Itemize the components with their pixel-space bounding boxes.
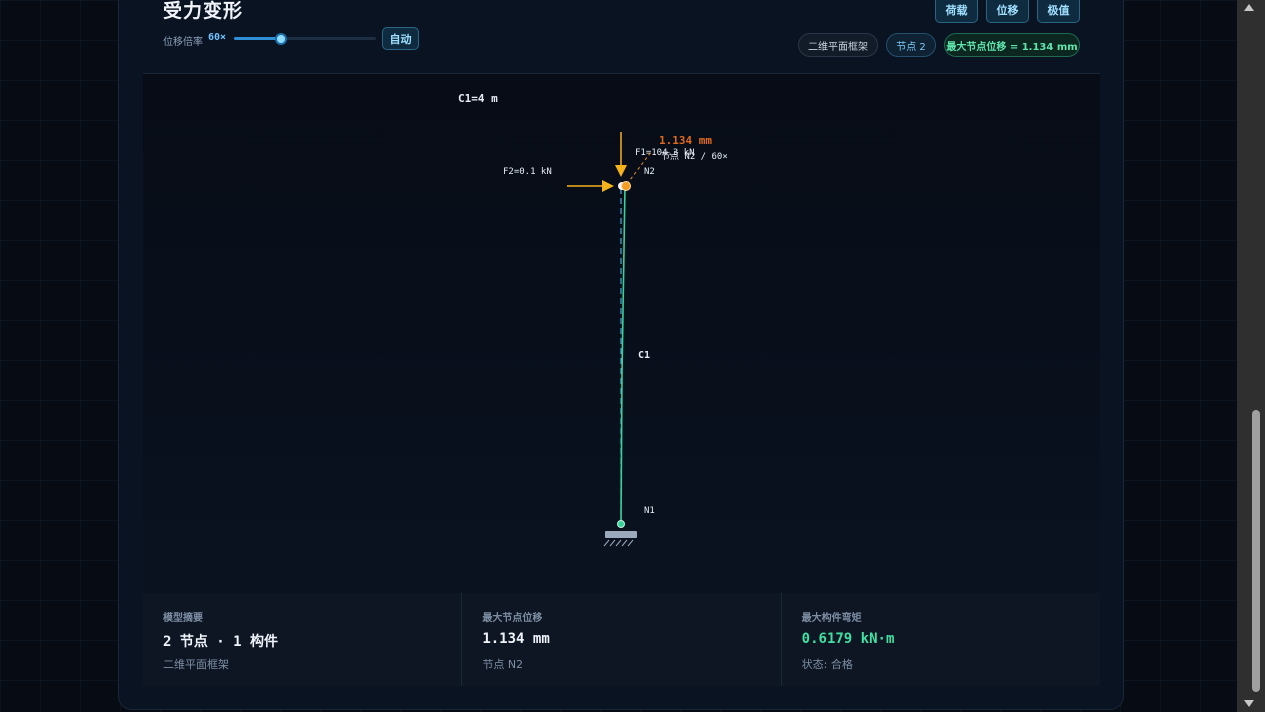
- summary-card-displacement: 最大节点位移 1.134 mm 节点 N2: [462, 593, 782, 686]
- model-type-badge: 二维平面框架: [798, 33, 878, 57]
- node-n1[interactable]: [617, 520, 625, 528]
- structure-diagram: C1=4 m C1 F1=104.3 kN F2=0.1 kN 1.134 mm…: [458, 92, 728, 547]
- displacement-value: 1.134 mm: [659, 134, 712, 147]
- structure-canvas[interactable]: C1=4 m C1 F1=104.3 kN F2=0.1 kN 1.134 mm…: [143, 74, 1100, 592]
- node-n2-label: N2: [644, 167, 655, 177]
- card-value: 1.134 mm: [482, 631, 550, 647]
- horizontal-load-label: F2=0.1 kN: [503, 167, 552, 177]
- card-title: 模型摘要: [163, 613, 203, 624]
- card-subtitle: 状态: 合格: [801, 658, 853, 671]
- page-title: 受力变形: [163, 0, 244, 22]
- card-value: 2 节点 · 1 构件: [163, 634, 279, 650]
- scale-slider[interactable]: [234, 33, 376, 45]
- fixed-support: [605, 531, 637, 538]
- card-value: 0.6179 kN·m: [801, 631, 895, 647]
- max-displacement-badge: 最大节点位移 = 1.134 mm: [944, 33, 1080, 57]
- scroll-up-arrow-icon[interactable]: [1244, 4, 1254, 11]
- card-title: 最大构件弯矩: [801, 613, 862, 624]
- scroll-down-arrow-icon[interactable]: [1244, 700, 1254, 707]
- card-subtitle: 节点 N2: [482, 658, 524, 671]
- summary-bar: 模型摘要 2 节点 · 1 构件 二维平面框架 最大节点位移 1.134 mm …: [143, 593, 1100, 686]
- dimension-label: C1=4 m: [458, 92, 498, 105]
- node-n2[interactable]: [621, 181, 631, 191]
- node-count-badge: 节点 2: [886, 33, 936, 57]
- scroll-thumb[interactable]: [1252, 410, 1260, 692]
- scale-label: 位移倍率: [163, 37, 203, 48]
- deformed-member[interactable]: [620, 185, 626, 525]
- displacement-button[interactable]: 位移: [986, 0, 1029, 23]
- extremes-button[interactable]: 极值: [1037, 0, 1080, 23]
- displacement-note: 节点 N2 / 60×: [661, 151, 728, 162]
- auto-button[interactable]: 自动: [382, 27, 419, 50]
- summary-card-model: 模型摘要 2 节点 · 1 构件 二维平面框架: [143, 593, 463, 686]
- member-label: C1: [638, 350, 650, 361]
- node-n1-label: N1: [644, 506, 655, 516]
- card-title: 最大节点位移: [482, 613, 543, 624]
- summary-card-moment: 最大构件弯矩 0.6179 kN·m 状态: 合格: [782, 593, 1100, 686]
- loads-button[interactable]: 荷载: [935, 0, 978, 23]
- support-hatching: [603, 539, 634, 547]
- scale-slider-thumb[interactable]: [274, 33, 287, 45]
- page-scrollbar[interactable]: [1237, 0, 1265, 712]
- scale-value: 60×: [208, 32, 227, 43]
- scale-slider-fill: [234, 37, 281, 40]
- card-subtitle: 二维平面框架: [163, 658, 229, 671]
